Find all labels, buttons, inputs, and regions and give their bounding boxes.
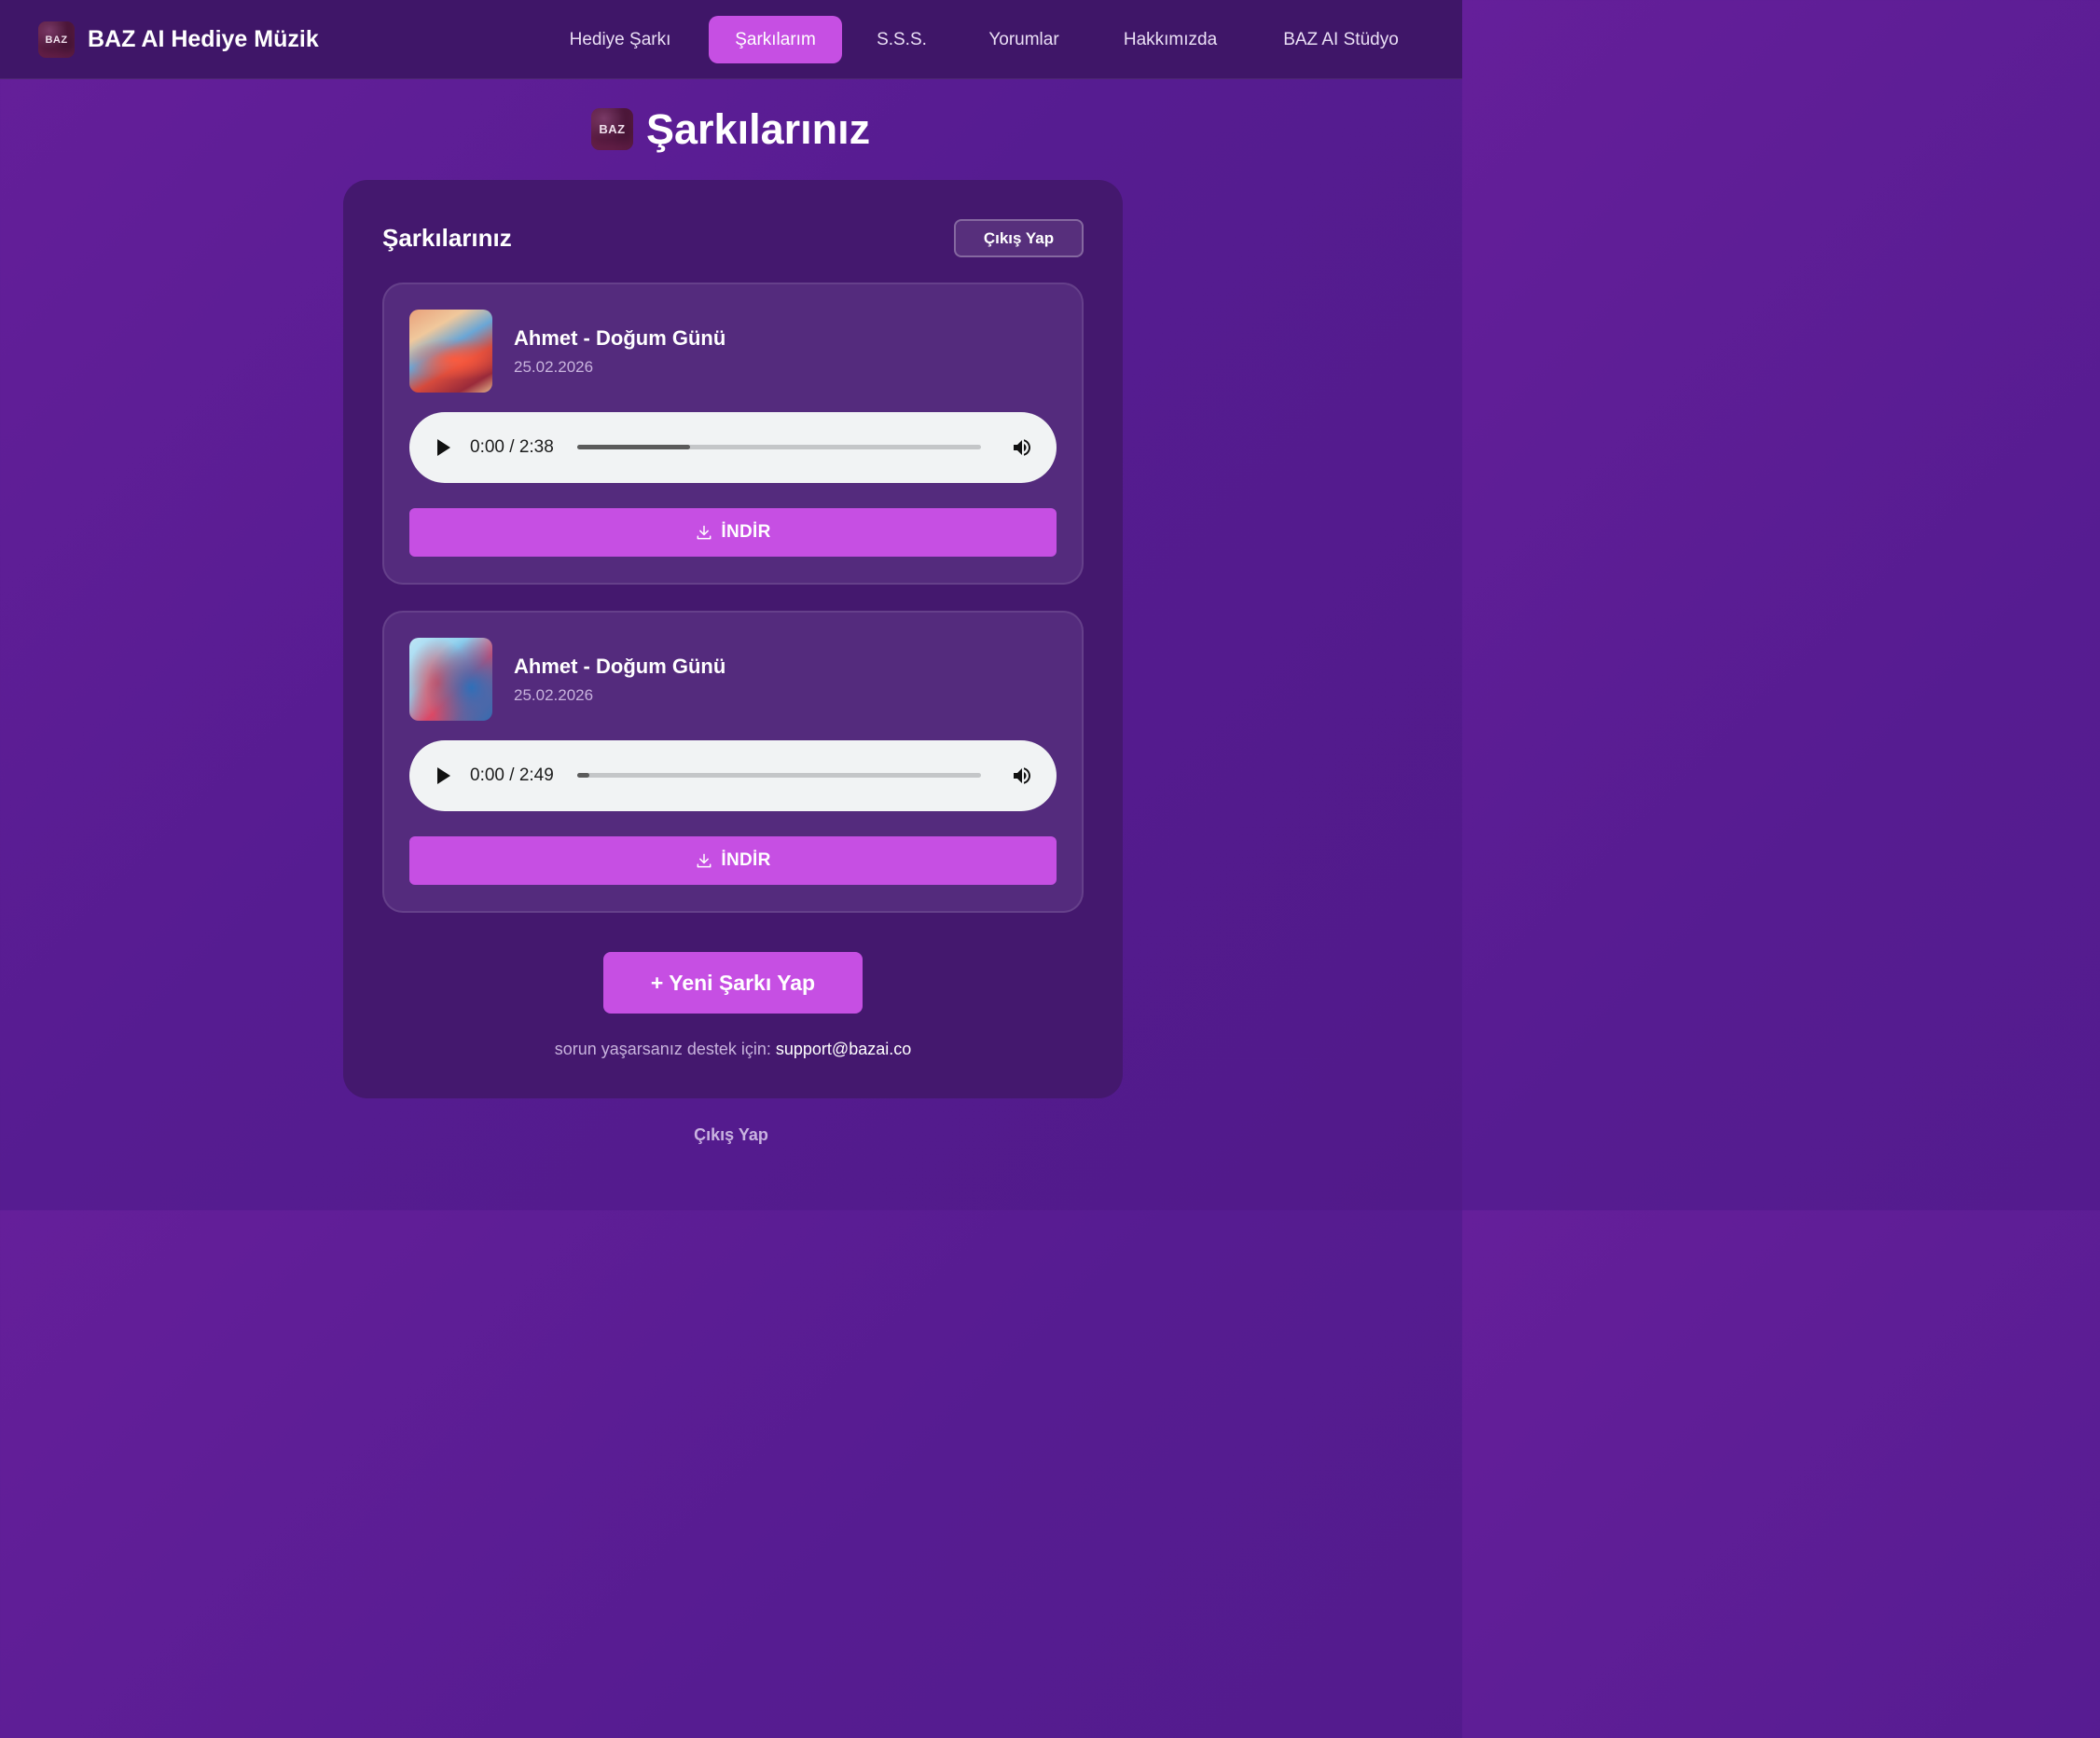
top-navbar: BAZ BAZ AI Hediye Müzik Hediye Şarkı Şar…	[0, 0, 1462, 79]
volume-icon[interactable]	[1011, 436, 1033, 459]
support-text: sorun yaşarsanız destek için:	[554, 1040, 771, 1058]
play-icon[interactable]	[437, 767, 450, 784]
brand-title[interactable]: BAZ AI Hediye Müzik	[88, 24, 319, 54]
nav-item-yorumlar[interactable]: Yorumlar	[967, 16, 1081, 63]
download-icon	[697, 853, 712, 868]
download-icon	[697, 525, 712, 540]
brand-logo[interactable]: BAZ	[38, 21, 75, 58]
audio-player: 0:00 / 2:38	[409, 412, 1057, 483]
song-title: Ahmet - Doğum Günü	[514, 326, 726, 350]
new-song-button[interactable]: + Yeni Şarkı Yap	[603, 952, 863, 1014]
song-title: Ahmet - Doğum Günü	[514, 655, 726, 678]
page-title: Şarkılarınız	[646, 105, 871, 153]
audio-time: 0:00 / 2:49	[470, 766, 554, 785]
audio-seek-progress	[577, 445, 691, 449]
nav-item-baz-ai-studyo[interactable]: BAZ AI Stüdyo	[1261, 16, 1421, 63]
audio-seek-progress	[577, 773, 589, 778]
song-cover-image	[409, 638, 492, 721]
support-note: sorun yaşarsanız destek için: support@ba…	[343, 1038, 1123, 1060]
play-icon[interactable]	[437, 439, 450, 456]
audio-time: 0:00 / 2:38	[470, 437, 554, 457]
audio-seek-bar[interactable]	[577, 773, 981, 778]
logout-button[interactable]: Çıkış Yap	[954, 219, 1084, 257]
download-button[interactable]: İNDİR	[409, 508, 1057, 557]
audio-seek-bar[interactable]	[577, 445, 981, 449]
song-card: Ahmet - Doğum Günü 25.02.2026 0:00 / 2:3…	[382, 283, 1084, 585]
songs-panel: Şarkılarınız Çıkış Yap Ahmet - Doğum Gün…	[343, 180, 1123, 1098]
nav-item-sss[interactable]: S.S.S.	[859, 16, 945, 63]
song-date: 25.02.2026	[514, 358, 594, 376]
footer: Çıkış Yap	[0, 1124, 1462, 1146]
songs-panel-title: Şarkılarınız	[382, 224, 512, 252]
song-cover-image	[409, 310, 492, 393]
download-button-label: İNDİR	[721, 850, 771, 870]
audio-player: 0:00 / 2:49	[409, 740, 1057, 811]
page-heading-logo: BAZ	[591, 108, 633, 150]
footer-logout-link[interactable]: Çıkış Yap	[694, 1125, 768, 1144]
download-button-label: İNDİR	[721, 522, 771, 542]
nav-item-hakkimizda[interactable]: Hakkımızda	[1102, 16, 1238, 63]
support-email-link[interactable]: support@bazai.co	[776, 1040, 911, 1058]
nav-item-hediye-sarki[interactable]: Hediye Şarkı	[548, 16, 692, 63]
song-date: 25.02.2026	[514, 686, 594, 704]
nav-item-sarkilarim[interactable]: Şarkılarım	[709, 16, 842, 63]
volume-icon[interactable]	[1011, 765, 1033, 787]
download-button[interactable]: İNDİR	[409, 836, 1057, 885]
song-card: Ahmet - Doğum Günü 25.02.2026 0:00 / 2:4…	[382, 611, 1084, 913]
